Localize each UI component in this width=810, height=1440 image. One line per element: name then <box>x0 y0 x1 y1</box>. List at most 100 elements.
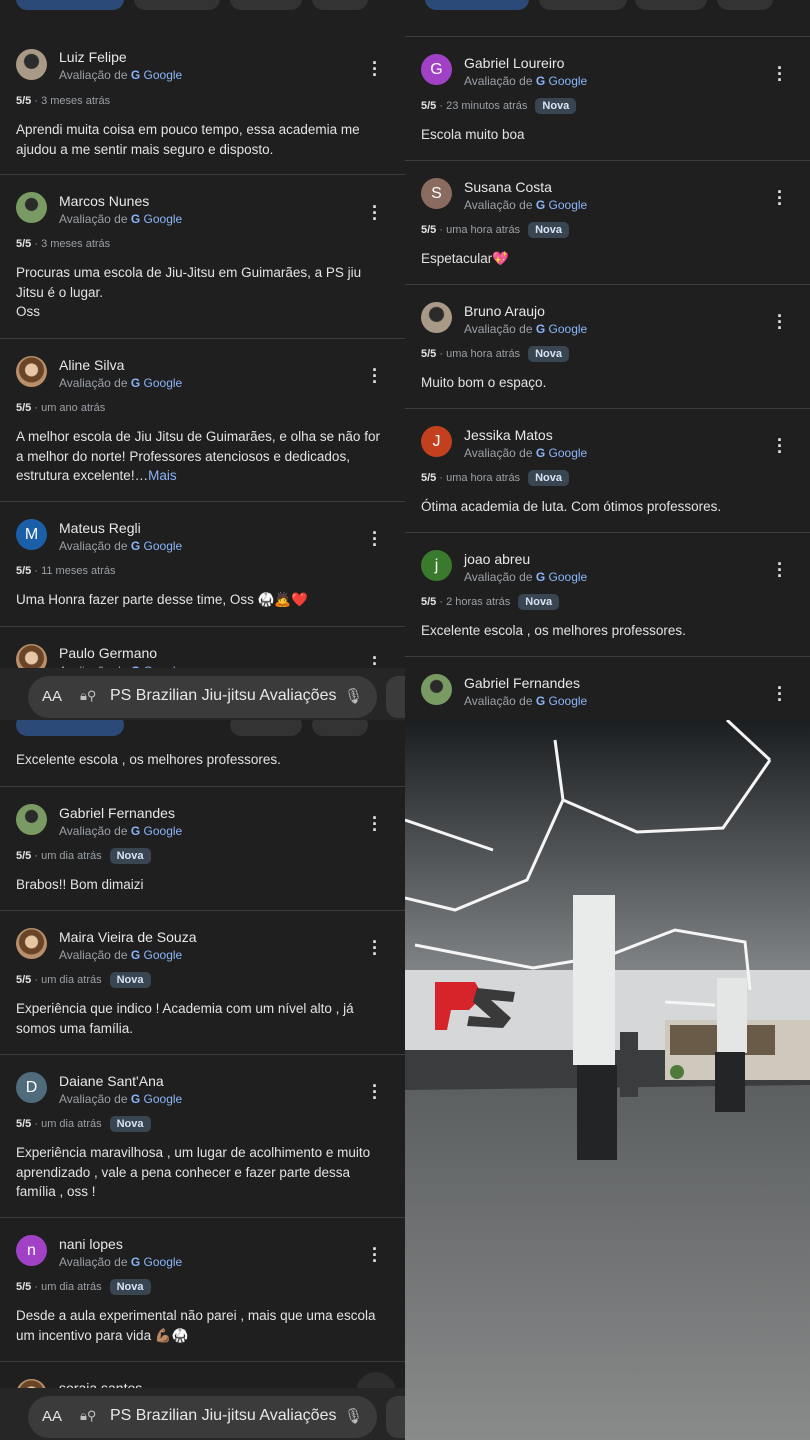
review-item: Gabriel Fernandes Avaliação de G Google … <box>405 657 810 720</box>
review-rating: 5/5 · um dia atrás Nova <box>16 972 151 988</box>
filter-chip[interactable] <box>312 0 368 10</box>
pillar-padding <box>715 1052 745 1112</box>
filter-chip-selected[interactable] <box>425 0 529 10</box>
reviewer-name[interactable]: Mateus Regli <box>59 520 141 536</box>
pillar-padding <box>577 1065 617 1160</box>
next-tab-preview[interactable] <box>386 1396 405 1438</box>
reviewer-name[interactable]: Gabriel Fernandes <box>59 805 175 821</box>
avatar[interactable]: S <box>421 178 452 209</box>
avatar[interactable] <box>16 192 47 223</box>
more-options-icon[interactable]: ··· <box>770 183 790 213</box>
google-icon: G <box>130 539 141 553</box>
review-source: Avaliação de G Google <box>464 322 588 336</box>
review-rating: 5/5 · 3 meses atrás <box>16 95 111 107</box>
avatar[interactable] <box>16 804 47 835</box>
review-item: D Daiane Sant'Ana Avaliação de G Google … <box>0 1055 405 1218</box>
review-rating: 5/5 · 3 meses atrás <box>16 238 111 250</box>
more-options-icon[interactable]: ··· <box>365 198 385 228</box>
reviewer-name[interactable]: Bruno Araujo <box>464 303 545 319</box>
more-options-icon[interactable]: ··· <box>770 307 790 337</box>
review-text: Escola muito boa <box>421 127 525 142</box>
google-icon: G <box>130 824 141 838</box>
review-text: Desde a aula experimental não parei , ma… <box>16 1308 376 1343</box>
google-icon: G <box>130 948 141 962</box>
filter-chip[interactable] <box>635 0 707 10</box>
review-rating: 5/5 · um ano atrás <box>16 402 106 414</box>
address-bar[interactable]: AA 🔒︎⚲ PS Brazilian Jiu-jitsu Avaliações… <box>28 676 377 718</box>
filter-chip[interactable] <box>539 0 627 10</box>
filter-chip[interactable] <box>230 0 302 10</box>
more-options-icon[interactable]: ··· <box>770 431 790 461</box>
more-options-icon[interactable]: ··· <box>365 1077 385 1107</box>
new-badge: Nova <box>109 1116 151 1132</box>
reader-mode-button[interactable]: AA <box>42 1408 62 1425</box>
filter-chip[interactable] <box>312 720 368 736</box>
review-source: Avaliação de G Google <box>59 1255 183 1269</box>
next-tab-preview[interactable] <box>386 676 405 718</box>
more-options-icon[interactable]: ··· <box>365 933 385 963</box>
more-options-icon[interactable]: ··· <box>770 679 790 709</box>
reviewer-name[interactable]: Gabriel Fernandes <box>464 675 580 691</box>
filter-chip[interactable] <box>134 0 220 10</box>
reviewer-name[interactable]: Paulo Germano <box>59 645 157 661</box>
more-options-icon[interactable]: ··· <box>770 59 790 89</box>
review-source: Avaliação de G Google <box>59 376 183 390</box>
avatar[interactable] <box>16 356 47 387</box>
google-icon: G <box>535 570 546 584</box>
review-item: Marcos Nunes Avaliação de G Google · · · 5… <box>0 175 405 339</box>
more-options-icon[interactable]: ··· <box>365 54 385 84</box>
review-text: Excelente escola , os melhores professor… <box>421 623 686 638</box>
review-rating: 5/5 · um dia atrás Nova <box>16 1279 151 1295</box>
url-text[interactable]: PS Brazilian Jiu-jitsu Avaliações <box>110 687 362 705</box>
reviewer-name[interactable]: Jessika Matos <box>464 427 553 443</box>
review-text: Brabos!! Bom dimaizi <box>16 877 144 892</box>
reviewer-name[interactable]: Marcos Nunes <box>59 193 149 209</box>
more-options-icon[interactable]: ··· <box>770 555 790 585</box>
more-options-icon[interactable]: ··· <box>365 361 385 391</box>
reviewer-name[interactable]: Susana Costa <box>464 179 552 195</box>
avatar[interactable] <box>16 49 47 80</box>
review-item: Aline Silva Avaliação de G Google · · · 5/… <box>0 339 405 502</box>
avatar[interactable]: M <box>16 519 47 550</box>
avatar[interactable] <box>16 928 47 959</box>
google-icon: G <box>130 212 141 226</box>
avatar[interactable] <box>421 674 452 705</box>
review-item: G Gabriel Loureiro Avaliação de G Google… <box>405 37 810 161</box>
new-badge: Nova <box>528 222 569 238</box>
reviewer-name[interactable]: Maira Vieira de Souza <box>59 929 196 945</box>
avatar[interactable]: J <box>421 426 452 457</box>
more-options-icon[interactable]: ··· <box>365 809 385 839</box>
more-options-icon[interactable]: ··· <box>365 1240 385 1270</box>
reviews-panel-bottom-left: Excelente escola , os melhores professor… <box>0 720 405 1440</box>
reviewer-name[interactable]: nani lopes <box>59 1236 123 1252</box>
url-text[interactable]: PS Brazilian Jiu-jitsu Avaliações <box>110 1407 362 1425</box>
reviewer-name[interactable]: Gabriel Loureiro <box>464 55 564 71</box>
avatar[interactable]: D <box>16 1072 47 1103</box>
review-text: Espetacular💖 <box>421 251 510 266</box>
review-source: Avaliação de G Google <box>464 446 588 460</box>
microphone-icon[interactable]: 🎙︎ <box>344 1407 363 1425</box>
more-options-icon[interactable]: ··· <box>365 524 385 554</box>
review-item: J Jessika Matos Avaliação de G Google · ·… <box>405 409 810 533</box>
reviewer-name[interactable]: Aline Silva <box>59 357 124 373</box>
reviewer-name[interactable]: joao abreu <box>464 551 530 567</box>
google-icon: G <box>535 322 546 336</box>
avatar[interactable] <box>421 302 452 333</box>
new-badge: Nova <box>109 972 151 988</box>
reviewer-name[interactable]: Daiane Sant'Ana <box>59 1073 164 1089</box>
avatar[interactable]: G <box>421 54 452 85</box>
google-icon: G <box>535 446 546 460</box>
avatar[interactable]: n <box>16 1235 47 1266</box>
filter-chip-selected[interactable] <box>16 0 124 10</box>
address-bar[interactable]: AA 🔒︎⚲ PS Brazilian Jiu-jitsu Avaliações… <box>28 1396 377 1438</box>
microphone-icon[interactable]: 🎙︎ <box>344 687 363 705</box>
filter-chip-selected[interactable] <box>16 720 124 736</box>
reviews-panel-top-left: Luiz Felipe Avaliação de G Google · · · 5/… <box>0 0 405 720</box>
filter-chip[interactable] <box>717 0 773 10</box>
review-source: Avaliação de G Google <box>464 74 588 88</box>
filter-chip[interactable] <box>230 720 302 736</box>
read-more-link[interactable]: Mais <box>148 468 177 483</box>
reviewer-name[interactable]: Luiz Felipe <box>59 49 127 65</box>
avatar[interactable]: j <box>421 550 452 581</box>
reader-mode-button[interactable]: AA <box>42 688 62 705</box>
